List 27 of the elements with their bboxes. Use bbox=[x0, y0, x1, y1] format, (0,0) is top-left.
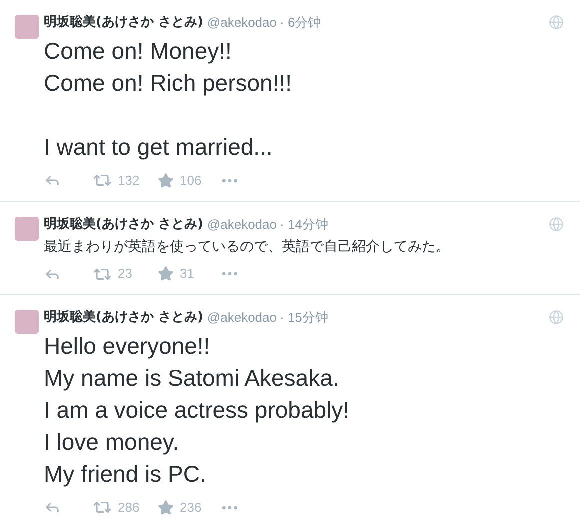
timestamp[interactable]: · 15分钟 bbox=[280, 308, 328, 328]
display-name[interactable]: 明坂聡美(あけさか さとみ) bbox=[44, 214, 204, 234]
favorite-count: 106 bbox=[180, 172, 203, 190]
display-name[interactable]: 明坂聡美(あけさか さとみ) bbox=[44, 308, 204, 328]
avatar-photo-placeholder[interactable] bbox=[15, 310, 39, 334]
user-handle[interactable]: @akekodao bbox=[207, 214, 277, 234]
display-name[interactable]: 明坂聡美(あけさか さとみ) bbox=[44, 13, 204, 32]
globe-icon bbox=[549, 216, 564, 232]
avatar-photo-placeholder[interactable] bbox=[15, 216, 39, 240]
tweet-text: Come on! Money!! Come on! Rich person!!! I want to get married... bbox=[44, 36, 294, 162]
timestamp[interactable]: · 14分钟 bbox=[280, 214, 328, 234]
star-icon[interactable] bbox=[158, 266, 174, 282]
user-handle[interactable]: @akekodao bbox=[207, 13, 277, 32]
favorite-count: 236 bbox=[180, 498, 203, 517]
star-icon[interactable] bbox=[158, 172, 174, 188]
favorite-count: 31 bbox=[180, 265, 196, 284]
tweet-text: 最近まわりが英語を使っているので、英語で自己紹介してみた。 bbox=[44, 237, 451, 256]
globe-icon bbox=[549, 15, 564, 30]
star-icon[interactable] bbox=[158, 500, 174, 516]
user-handle[interactable]: @akekodao bbox=[207, 308, 277, 328]
avatar-photo-placeholder[interactable] bbox=[15, 15, 39, 39]
globe-icon bbox=[549, 310, 564, 326]
retweet-count: 23 bbox=[118, 265, 134, 284]
timestamp[interactable]: · 6分钟 bbox=[280, 13, 322, 32]
tweet-text: Hello everyone!! My name is Satomi Akesaka. I am a voice actress probably! I love money. My friend is PC. bbox=[44, 332, 351, 489]
retweet-count: 286 bbox=[118, 498, 141, 517]
retweet-count: 132 bbox=[118, 172, 141, 190]
